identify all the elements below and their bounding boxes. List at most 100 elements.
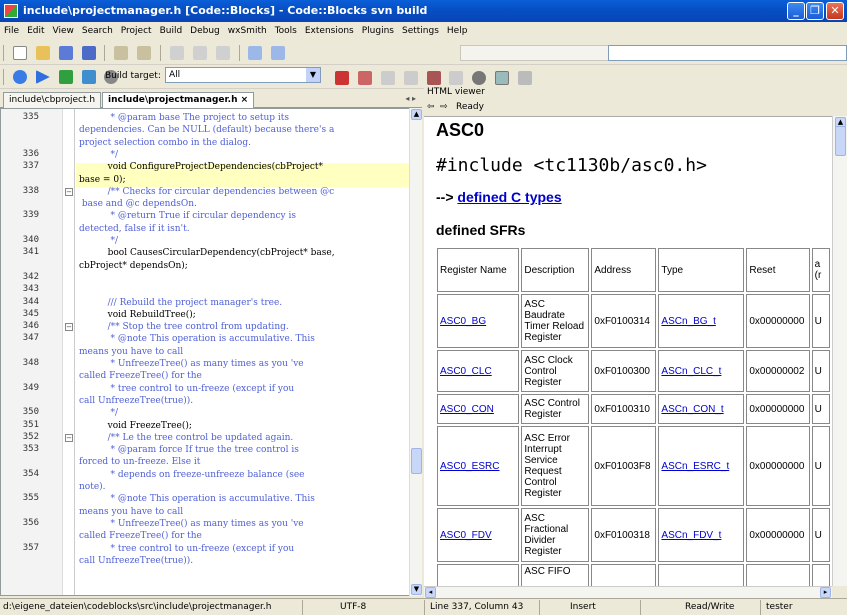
debug-run-icon[interactable] — [335, 71, 349, 85]
register-description: ASC Clock Control Register — [521, 350, 590, 392]
register-access: U — [811, 394, 830, 424]
build-run-icon[interactable] — [58, 70, 73, 84]
step-into-icon[interactable] — [403, 71, 418, 85]
line-number: 340 — [22, 235, 39, 245]
table-row: ASC0_BG ASC Baudrate Timer Reload Regist… — [437, 294, 830, 348]
type-link[interactable]: ASCn_FDV_t — [661, 530, 721, 541]
include-line: #include <tc1130b/asc0.h> — [436, 155, 707, 176]
table-row: ASC0_FDV ASC Fractional Divider Register… — [437, 508, 830, 562]
defined-c-types-link[interactable]: defined C types — [457, 189, 561, 205]
build-target-select[interactable]: All ▼ — [165, 67, 321, 83]
stop-debugger-icon[interactable] — [472, 71, 487, 85]
tab-projectmanager-h[interactable]: include\projectmanager.h × — [102, 92, 255, 108]
code-line: void RebuildTree(); — [79, 309, 196, 320]
register-reset: 0x00000000 — [746, 508, 810, 562]
menu-view[interactable]: View — [49, 22, 78, 41]
minimize-button[interactable]: _ — [787, 2, 805, 20]
fold-toggle-icon[interactable]: − — [65, 323, 73, 332]
toolbar-search-input[interactable] — [608, 45, 847, 61]
code-line: means you have to call — [79, 346, 184, 357]
scroll-left-icon[interactable]: ◂ — [425, 587, 436, 598]
menu-tools[interactable]: Tools — [271, 22, 301, 41]
break-icon[interactable] — [449, 71, 464, 85]
status-file-path: d:\eigene_dateien\codeblocks\src\include… — [3, 602, 272, 612]
menu-plugins[interactable]: Plugins — [358, 22, 398, 41]
forward-arrow-icon[interactable]: ⇨ — [440, 102, 448, 112]
register-reset: 0x00000002 — [746, 350, 810, 392]
next-line-icon[interactable] — [380, 71, 395, 85]
menu-file[interactable]: File — [0, 22, 23, 41]
save-icon[interactable] — [58, 46, 73, 60]
register-link[interactable]: ASC0_CON — [440, 404, 494, 415]
type-link[interactable]: ASCn_BG_t — [661, 316, 715, 327]
line-number: 355 — [22, 493, 39, 504]
register-address: 0xF0100318 — [591, 508, 657, 562]
maximize-button[interactable]: ❐ — [806, 2, 824, 20]
register-link[interactable]: ASC0_BG — [440, 316, 486, 327]
type-link[interactable]: ASCn_ESRC_t — [661, 461, 729, 472]
redo-icon[interactable] — [137, 46, 152, 60]
tab-cbproject-h[interactable]: include\cbproject.h — [3, 92, 102, 108]
viewer-horizontal-scrollbar[interactable]: ◂ ▸ — [424, 586, 832, 598]
code-line: */ — [79, 236, 119, 246]
find-icon[interactable] — [248, 46, 263, 60]
scroll-down-icon[interactable]: ▼ — [411, 584, 422, 595]
code-editor[interactable]: 335 * @param base The project to setup i… — [0, 108, 422, 596]
rebuild-icon[interactable] — [81, 70, 96, 84]
menu-build[interactable]: Build — [156, 22, 187, 41]
cut-icon[interactable] — [169, 46, 184, 60]
run-to-cursor-icon[interactable] — [357, 71, 372, 85]
register-link[interactable]: ASC0_CLC — [440, 366, 492, 377]
scroll-thumb[interactable] — [411, 448, 422, 474]
register-description: ASC Fractional Divider Register — [521, 508, 590, 562]
fold-toggle-icon[interactable]: − — [65, 187, 73, 196]
back-arrow-icon[interactable]: ⇦ — [427, 102, 435, 112]
register-link[interactable]: ASC0_ESRC — [440, 461, 499, 472]
save-all-icon[interactable] — [81, 46, 96, 60]
scroll-thumb[interactable] — [835, 126, 846, 156]
register-link[interactable]: ASC0_FDV — [440, 530, 492, 541]
code-line: /** Le the tree control be updated again… — [79, 432, 294, 443]
line-number: 352 — [22, 431, 39, 442]
paste-icon[interactable] — [215, 46, 230, 60]
menu-search[interactable]: Search — [78, 22, 117, 41]
step-out-icon[interactable] — [426, 71, 441, 85]
code-line: detected, false if it isn't. — [79, 223, 190, 234]
build-icon[interactable] — [12, 70, 27, 84]
html-viewer-content: ASC0 #include <tc1130b/asc0.h> --> defin… — [424, 116, 832, 586]
copy-icon[interactable] — [192, 46, 207, 60]
scroll-up-icon[interactable]: ▲ — [411, 109, 422, 120]
code-line: forced to un-freeze. Else it — [79, 457, 201, 468]
open-file-icon[interactable] — [35, 46, 50, 60]
undo-icon[interactable] — [114, 46, 129, 60]
register-address: 0xF0100314 — [591, 294, 657, 348]
menu-debug[interactable]: Debug — [186, 22, 224, 41]
menu-extensions[interactable]: Extensions — [301, 22, 358, 41]
new-file-icon[interactable] — [12, 46, 27, 60]
type-link[interactable]: ASCn_CON_t — [661, 404, 723, 415]
viewer-vertical-scrollbar[interactable]: ▲ — [832, 116, 847, 586]
tab-scroll-arrows[interactable]: ◂ ▸ — [405, 94, 416, 103]
scroll-right-icon[interactable]: ▸ — [820, 587, 831, 598]
debug-windows-icon[interactable] — [495, 71, 510, 85]
replace-icon[interactable] — [271, 46, 286, 60]
register-description: ASC Control Register — [521, 394, 590, 424]
code-line: * depends on freeze-unfreeze balance (se… — [79, 469, 305, 480]
type-link[interactable]: ASCn_CLC_t — [661, 366, 721, 377]
menu-help[interactable]: Help — [443, 22, 472, 41]
menu-wxsmith[interactable]: wxSmith — [224, 22, 271, 41]
fold-toggle-icon[interactable]: − — [65, 433, 73, 442]
menu-settings[interactable]: Settings — [398, 22, 443, 41]
run-icon[interactable] — [35, 70, 50, 84]
editor-vertical-scrollbar[interactable]: ▲ ▼ — [409, 108, 422, 596]
code-line: base and @c dependsOn. — [79, 199, 197, 210]
code-completion-combo[interactable] — [460, 45, 610, 61]
line-number: 349 — [22, 382, 39, 393]
info-icon[interactable] — [518, 71, 532, 85]
menu-project[interactable]: Project — [117, 22, 156, 41]
chevron-down-icon[interactable]: ▼ — [306, 68, 320, 82]
menu-edit[interactable]: Edit — [23, 22, 48, 41]
close-button[interactable]: ✕ — [826, 2, 844, 20]
table-header-row: Register Name Description Address Type R… — [437, 248, 830, 292]
code-line: * tree control to un-freeze (except if y… — [79, 543, 295, 554]
